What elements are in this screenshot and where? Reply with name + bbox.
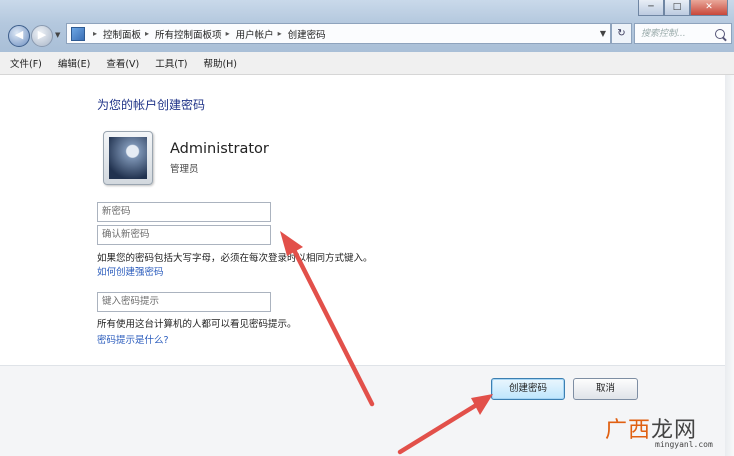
page-title: 为您的帐户创建密码 [97, 98, 206, 112]
create-password-button[interactable]: 创建密码 [491, 378, 565, 400]
back-button[interactable]: ◀ [8, 25, 30, 47]
user-role: 管理员 [170, 164, 199, 175]
new-password-field[interactable] [97, 202, 271, 222]
window-titlebar: ─ □ ✕ ◀ ▶ ▼ ▸ 控制面板 ▸ 所有控制面板项 ▸ 用户帐户 ▸ 创建… [0, 0, 734, 52]
content-pane: 为您的帐户创建密码 Administrator 管理员 如果您的密码包括大写字母… [0, 75, 734, 456]
watermark-url: mingyanl.com [655, 440, 713, 449]
watermark-logo-a: 广西 [605, 418, 652, 443]
password-hint-field[interactable] [97, 292, 271, 312]
hint-note: 所有使用这台计算机的人都可以看见密码提示。 [97, 319, 297, 330]
menu-edit[interactable]: 编辑(E) [52, 56, 96, 70]
breadcrumb-all-items[interactable]: 所有控制面板项 [155, 27, 222, 41]
window-right-edge [725, 75, 734, 456]
search-box[interactable] [634, 23, 732, 44]
menu-file[interactable]: 文件(F) [4, 56, 48, 70]
confirm-password-input[interactable] [98, 226, 270, 242]
menu-help[interactable]: 帮助(H) [197, 56, 243, 70]
maximize-button[interactable]: □ [664, 0, 690, 16]
user-name: Administrator [170, 141, 269, 157]
search-input[interactable] [639, 27, 715, 40]
menu-view[interactable]: 查看(V) [100, 56, 145, 70]
strong-password-link[interactable]: 如何创建强密码 [97, 264, 164, 278]
breadcrumb-separator[interactable]: ▸ [278, 29, 282, 38]
breadcrumb-separator[interactable]: ▸ [145, 29, 149, 38]
breadcrumb-separator[interactable]: ▸ [93, 29, 97, 38]
cancel-button[interactable]: 取消 [573, 378, 638, 400]
refresh-button[interactable]: ↻ [611, 23, 632, 44]
address-dropdown-icon[interactable]: ▼ [600, 29, 606, 38]
control-panel-icon [71, 26, 85, 41]
window-controls: ─ □ ✕ [638, 0, 728, 16]
new-password-input[interactable] [98, 203, 270, 219]
breadcrumb-user-accounts[interactable]: 用户帐户 [236, 27, 274, 41]
breadcrumb-separator[interactable]: ▸ [226, 29, 230, 38]
user-picture [109, 137, 147, 179]
password-hint-input[interactable] [98, 293, 270, 309]
address-bar[interactable]: ▸ 控制面板 ▸ 所有控制面板项 ▸ 用户帐户 ▸ 创建密码 ▼ [66, 23, 611, 44]
minimize-button[interactable]: ─ [638, 0, 664, 16]
user-avatar [103, 131, 153, 185]
caps-note: 如果您的密码包括大写字母，必须在每次登录时以相同方式键入。 [97, 253, 373, 264]
password-hint-help-link[interactable]: 密码提示是什么? [97, 332, 169, 346]
confirm-password-field[interactable] [97, 225, 271, 245]
breadcrumb-create-password[interactable]: 创建密码 [288, 27, 326, 41]
recent-pages-dropdown[interactable]: ▼ [55, 31, 60, 39]
close-button[interactable]: ✕ [690, 0, 728, 16]
search-icon[interactable] [715, 28, 725, 39]
menu-bar: 文件(F) 编辑(E) 查看(V) 工具(T) 帮助(H) [0, 52, 734, 75]
menu-tools[interactable]: 工具(T) [149, 56, 193, 70]
forward-button[interactable]: ▶ [31, 25, 53, 47]
breadcrumb-control-panel[interactable]: 控制面板 [103, 27, 141, 41]
